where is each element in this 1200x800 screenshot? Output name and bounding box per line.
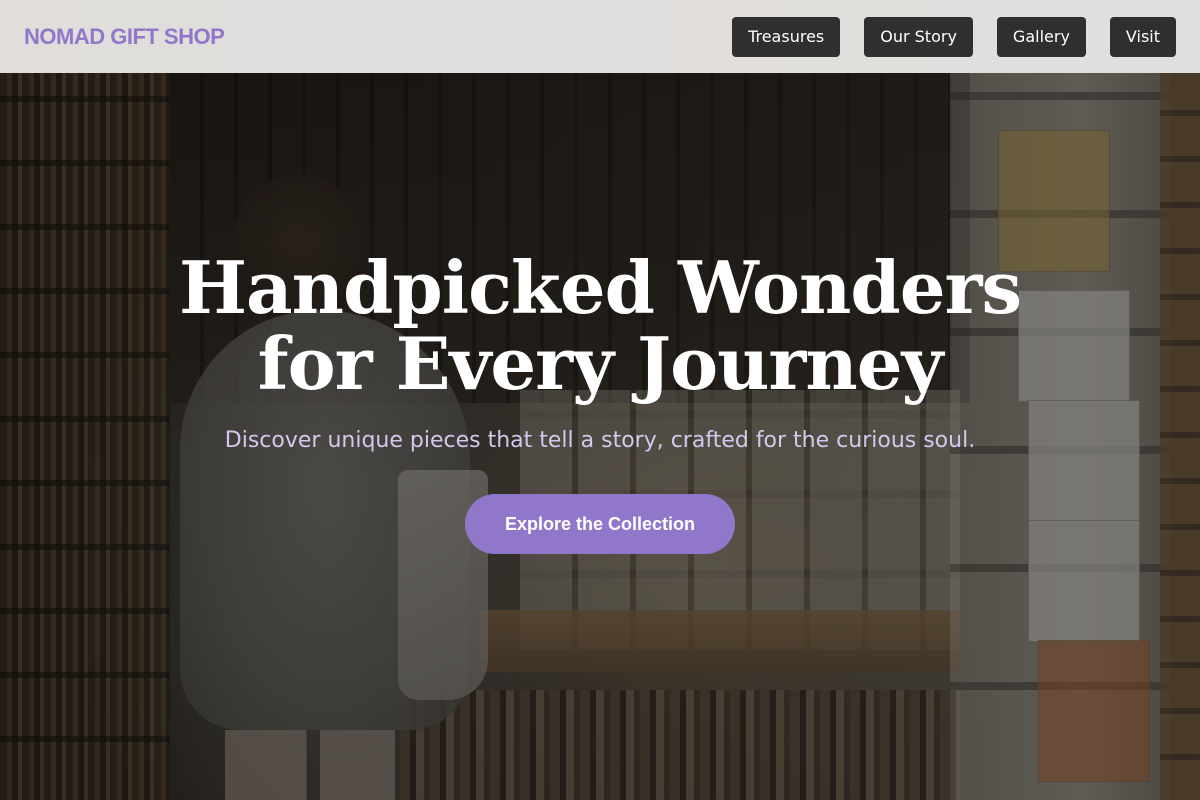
site-logo[interactable]: NOMAD GIFT SHOP [24,24,225,50]
site-header: NOMAD GIFT SHOP Treasures Our Story Gall… [0,0,1200,73]
nav-button-gallery[interactable]: Gallery [996,16,1086,57]
nav-button-our-story[interactable]: Our Story [864,16,973,57]
nav-button-treasures[interactable]: Treasures [732,16,841,57]
hero-section: Handpicked Wonders for Every Journey Dis… [0,250,1200,554]
explore-collection-button[interactable]: Explore the Collection [465,494,735,554]
page: NOMAD GIFT SHOP Treasures Our Story Gall… [0,0,1200,800]
nav-button-visit[interactable]: Visit [1109,16,1176,57]
main-nav: Treasures Our Story Gallery Visit [732,16,1176,57]
hero-title: Handpicked Wonders for Every Journey [179,245,1022,406]
hero-subtitle: Discover unique pieces that tell a story… [224,428,976,453]
